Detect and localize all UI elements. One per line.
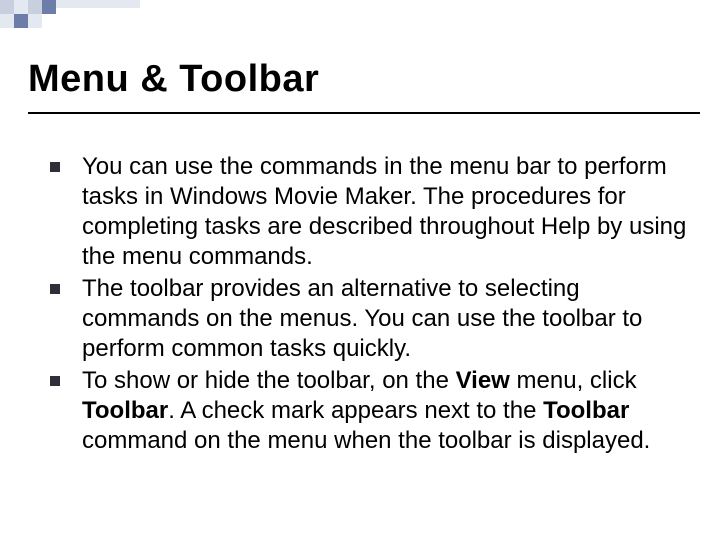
- bullet-list: You can use the commands in the menu bar…: [50, 152, 688, 458]
- list-item: To show or hide the toolbar, on the View…: [50, 366, 688, 456]
- slide-title: Menu & Toolbar: [28, 58, 319, 101]
- bullet-text: To show or hide the toolbar, on the View…: [82, 366, 688, 456]
- text-run: To show or hide the toolbar, on the: [82, 367, 456, 394]
- square-bullet-icon: [50, 162, 60, 172]
- text-run: menu, click: [510, 367, 637, 394]
- title-underline: [28, 112, 700, 114]
- bold-term-view: View: [456, 367, 510, 394]
- corner-decoration: [0, 0, 160, 28]
- text-run: . A check mark appears next to the: [168, 397, 543, 424]
- square-bullet-icon: [50, 284, 60, 294]
- bullet-text: The toolbar provides an alternative to s…: [82, 274, 688, 364]
- square-bullet-icon: [50, 376, 60, 386]
- bold-term-toolbar: Toolbar: [82, 397, 168, 424]
- bold-term-toolbar: Toolbar: [543, 397, 629, 424]
- text-run: command on the menu when the toolbar is …: [82, 427, 650, 454]
- list-item: You can use the commands in the menu bar…: [50, 152, 688, 272]
- list-item: The toolbar provides an alternative to s…: [50, 274, 688, 364]
- bullet-text: You can use the commands in the menu bar…: [82, 152, 688, 272]
